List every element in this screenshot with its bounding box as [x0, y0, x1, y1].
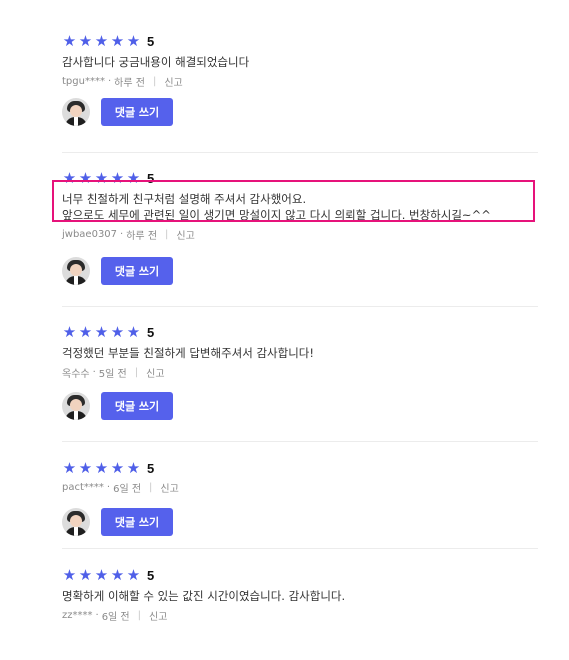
star-icon: ★ [94, 459, 109, 477]
write-reply-button[interactable]: 댓글 쓰기 [101, 257, 173, 285]
author-name: tpgu**** [62, 76, 105, 87]
write-reply-button[interactable]: 댓글 쓰기 [101, 98, 173, 126]
write-reply-button[interactable]: 댓글 쓰기 [101, 392, 173, 420]
reply-row: 댓글 쓰기 [62, 508, 538, 536]
review-item: ★ ★ ★ ★ ★ 5 걱정했던 부분들 친절하게 답변해주셔서 감사합니다! … [62, 307, 538, 442]
author-name: zz**** [62, 610, 93, 621]
star-icon: ★ [110, 323, 125, 341]
review-meta: tpgu**** · 하루 전 | 신고 [62, 74, 538, 89]
review-text: 명확하게 이해할 수 있는 값진 시간이였습니다. 감사합니다. [62, 589, 346, 603]
review-meta: pact**** · 6일 전 | 신고 [62, 480, 538, 495]
report-link[interactable]: 신고 [146, 365, 164, 380]
rating: ★ ★ ★ ★ ★ 5 [62, 32, 538, 50]
star-icon: ★ [78, 459, 93, 477]
star-icon: ★ [110, 459, 125, 477]
review-item: ★ ★ ★ ★ ★ 5 pact**** · 6일 전 | 신고 댓글 쓰기 [62, 442, 538, 549]
meta-dot: · [106, 482, 111, 493]
star-icon: ★ [94, 32, 109, 50]
star-icon: ★ [126, 169, 141, 187]
author-name: 옥수수 [62, 369, 90, 380]
rating: ★ ★ ★ ★ ★ 5 [62, 566, 538, 584]
report-link[interactable]: 신고 [176, 227, 194, 242]
review-meta: jwbae0307 · 하루 전 | 신고 [62, 227, 538, 242]
rating-score: 5 [147, 170, 155, 186]
review-item: ★ ★ ★ ★ ★ 5 감사합니다 궁금내용이 해결되었습니다 tpgu****… [62, 0, 538, 153]
star-rating: ★ ★ ★ ★ ★ [62, 33, 141, 49]
meta-separator: | [152, 76, 157, 87]
review-list: ★ ★ ★ ★ ★ 5 감사합니다 궁금내용이 해결되었습니다 tpgu****… [62, 0, 538, 656]
star-icon: ★ [126, 566, 141, 584]
star-icon: ★ [110, 566, 125, 584]
review-text: 걱정했던 부분들 친절하게 답변해주셔서 감사합니다! [62, 346, 314, 360]
rating-score: 5 [147, 460, 155, 476]
review-time: 6일 전 [101, 612, 130, 623]
meta-separator: | [149, 482, 153, 493]
meta-dot: · [120, 229, 124, 240]
star-rating: ★ ★ ★ ★ ★ [62, 170, 141, 186]
report-link[interactable]: 신고 [164, 74, 182, 89]
meta-separator: | [165, 229, 169, 240]
review-time: 하루 전 [126, 231, 158, 242]
write-reply-button[interactable]: 댓글 쓰기 [101, 508, 173, 536]
report-link[interactable]: 신고 [160, 480, 178, 495]
review-item: ★ ★ ★ ★ ★ 5 너무 친절하게 친구처럼 설명해 주셔서 감사했어요. … [62, 153, 538, 307]
avatar [62, 257, 90, 285]
star-icon: ★ [94, 169, 109, 187]
review-text: 감사합니다 궁금내용이 해결되었습니다 [62, 55, 250, 69]
rating-score: 5 [147, 324, 155, 340]
meta-separator: | [137, 610, 142, 621]
avatar [62, 508, 90, 536]
review-item: ★ ★ ★ ★ ★ 5 명확하게 이해할 수 있는 값진 시간이였습니다. 감사… [62, 549, 538, 656]
rating: ★ ★ ★ ★ ★ 5 [62, 323, 538, 341]
reply-row: 댓글 쓰기 [62, 98, 538, 126]
star-icon: ★ [62, 459, 77, 477]
rating-score: 5 [147, 33, 155, 49]
star-icon: ★ [110, 32, 125, 50]
author-name: pact**** [62, 482, 104, 493]
meta-separator: | [134, 367, 139, 378]
meta-dot: · [92, 367, 96, 378]
star-icon: ★ [62, 32, 77, 50]
review-meta: zz**** · 6일 전 | 신고 [62, 608, 538, 623]
review-time: 하루 전 [114, 78, 145, 89]
star-icon: ★ [126, 32, 141, 50]
avatar [62, 98, 90, 126]
avatar [62, 392, 90, 420]
reply-row: 댓글 쓰기 [62, 392, 538, 420]
star-icon: ★ [62, 323, 77, 341]
author-name: jwbae0307 [62, 229, 118, 240]
star-icon: ★ [94, 323, 109, 341]
star-icon: ★ [110, 169, 125, 187]
star-icon: ★ [62, 566, 77, 584]
review-time: 6일 전 [113, 484, 142, 495]
star-icon: ★ [94, 566, 109, 584]
review-time: 5일 전 [98, 369, 127, 380]
report-link[interactable]: 신고 [149, 608, 167, 623]
star-icon: ★ [126, 459, 141, 477]
star-rating: ★ ★ ★ ★ ★ [62, 460, 141, 476]
star-rating: ★ ★ ★ ★ ★ [62, 324, 141, 340]
star-icon: ★ [78, 32, 93, 50]
rating: ★ ★ ★ ★ ★ 5 [62, 459, 538, 477]
star-icon: ★ [78, 169, 93, 187]
star-icon: ★ [62, 169, 77, 187]
meta-dot: · [107, 76, 112, 87]
star-rating: ★ ★ ★ ★ ★ [62, 567, 141, 583]
review-text: 너무 친절하게 친구처럼 설명해 주셔서 감사했어요. 앞으로도 세무에 관련된… [62, 192, 491, 222]
meta-dot: · [95, 610, 99, 621]
reply-row: 댓글 쓰기 [62, 257, 538, 285]
review-meta: 옥수수 · 5일 전 | 신고 [62, 365, 538, 380]
rating: ★ ★ ★ ★ ★ 5 [62, 169, 538, 187]
star-icon: ★ [78, 323, 93, 341]
star-icon: ★ [126, 323, 141, 341]
rating-score: 5 [147, 567, 155, 583]
star-icon: ★ [78, 566, 93, 584]
